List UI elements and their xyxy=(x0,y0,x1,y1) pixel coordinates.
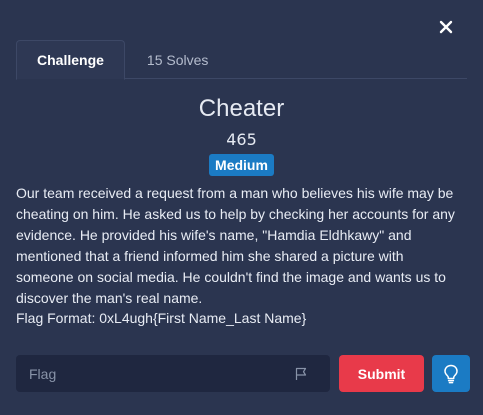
challenge-points: 465 xyxy=(226,130,257,149)
flag-format-text: Flag Format: 0xL4ugh{First Name_Last Nam… xyxy=(16,310,307,326)
tab-challenge[interactable]: Challenge xyxy=(16,40,125,80)
close-button[interactable] xyxy=(435,16,457,38)
close-icon xyxy=(439,20,453,34)
tab-solves[interactable]: 15 Solves xyxy=(125,40,230,79)
challenge-title: Cheater xyxy=(198,95,285,122)
challenge-description: Our team received a request from a man w… xyxy=(16,185,455,306)
flag-icon xyxy=(294,355,322,392)
difficulty-badge-wrap: Medium xyxy=(0,154,483,176)
hint-button[interactable] xyxy=(432,355,470,392)
tab-bar: Challenge 15 Solves xyxy=(16,40,467,80)
difficulty-badge: Medium xyxy=(209,154,274,176)
lightbulb-icon xyxy=(444,364,458,383)
flag-input[interactable] xyxy=(16,365,294,382)
submit-button[interactable]: Submit xyxy=(339,355,424,392)
flag-field xyxy=(16,355,330,392)
